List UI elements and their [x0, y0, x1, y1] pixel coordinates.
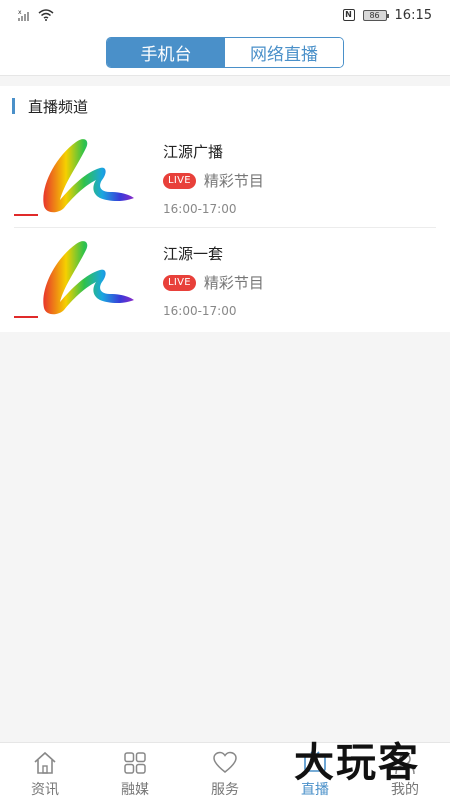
channel-time: 16:00-17:00	[163, 304, 237, 318]
channel-live-row: LIVE 精彩节目	[163, 272, 264, 293]
clock: 16:15	[394, 7, 432, 23]
grid-icon	[124, 752, 146, 774]
status-right: N 86 16:15	[342, 7, 432, 23]
header: 手机台 网络直播	[0, 30, 450, 76]
channel-logo	[14, 128, 139, 218]
battery-icon: 86	[362, 9, 389, 21]
nav-label: 资讯	[31, 782, 59, 798]
channel-info: 江源广播 LIVE 精彩节目 16:00-17:00	[163, 128, 423, 228]
channel-name: 江源广播	[163, 143, 224, 161]
channel-list-card: 直播频道 江源广播 LIVE 精彩节目 16:00-17:00 江源一套 LIV…	[0, 86, 450, 332]
rainbow-ribbon-logo	[43, 139, 134, 213]
channel-item[interactable]: 江源一套 LIVE 精彩节目 16:00-17:00	[14, 230, 436, 330]
channel-name: 江源一套	[163, 245, 224, 263]
rainbow-ribbon-logo	[43, 241, 134, 315]
home-icon	[34, 751, 56, 774]
channel-program: 精彩节目	[203, 172, 264, 190]
section-title: 直播频道	[28, 97, 89, 116]
nfc-icon: N	[342, 9, 355, 21]
section-accent-bar	[12, 98, 15, 114]
status-bar: x N 86 16:15	[0, 0, 450, 30]
channel-info: 江源一套 LIVE 精彩节目 16:00-17:00	[163, 230, 423, 330]
channel-live-row: LIVE 精彩节目	[163, 170, 264, 191]
channel-time: 16:00-17:00	[163, 202, 237, 216]
watermark-logo: 大玩客	[294, 740, 420, 786]
channel-logo	[14, 230, 139, 320]
status-left: x	[18, 9, 54, 21]
heart-icon	[213, 751, 237, 773]
nav-media[interactable]: 融媒	[90, 743, 180, 800]
svg-text:x: x	[18, 9, 22, 16]
signal-icon: x	[18, 9, 29, 21]
nav-service[interactable]: 服务	[180, 743, 270, 800]
channel-item[interactable]: 江源广播 LIVE 精彩节目 16:00-17:00	[14, 128, 436, 228]
live-badge: LIVE	[163, 274, 196, 291]
logo-underline	[14, 214, 38, 216]
channel-program: 精彩节目	[203, 274, 264, 292]
tab-phone-station[interactable]: 手机台	[107, 38, 225, 67]
wifi-icon	[38, 9, 54, 21]
segmented-control: 手机台 网络直播	[106, 37, 344, 68]
section-header: 直播频道	[12, 97, 89, 116]
nav-label: 服务	[211, 782, 239, 798]
nav-label: 融媒	[121, 782, 149, 798]
nav-news[interactable]: 资讯	[0, 743, 90, 800]
tab-network-live[interactable]: 网络直播	[225, 38, 343, 67]
logo-underline	[14, 316, 38, 318]
live-badge: LIVE	[163, 172, 196, 189]
